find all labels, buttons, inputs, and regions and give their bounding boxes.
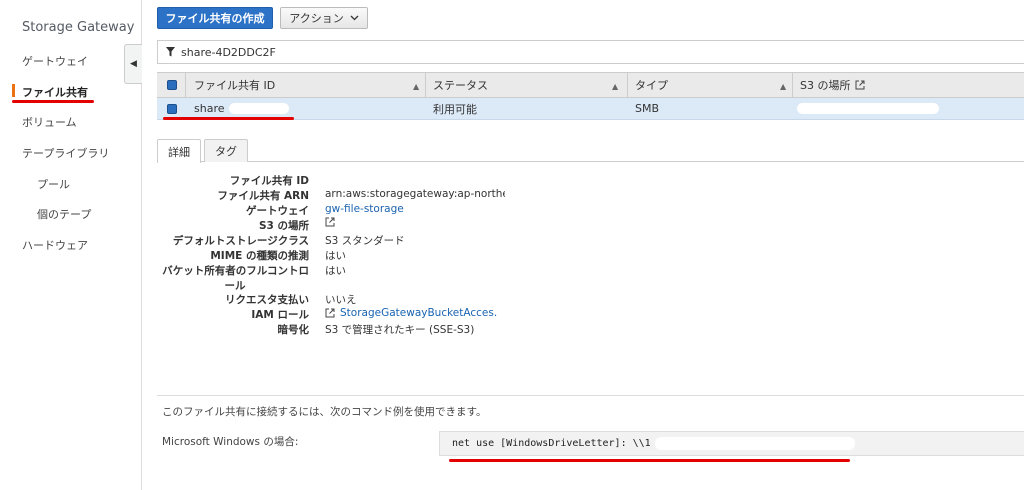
detail-value-encryption: S3 で管理されたキー (SSE-S3): [325, 324, 475, 336]
sidebar-item-hardware[interactable]: ハードウェア: [22, 237, 88, 253]
sidebar-item-volumes[interactable]: ボリューム: [22, 114, 77, 130]
external-link-icon[interactable]: [325, 217, 335, 227]
detail-value-requester-pays: いいえ: [325, 294, 357, 306]
redacted-block: [797, 103, 939, 114]
actions-dropdown[interactable]: アクション: [280, 7, 368, 29]
sort-arrow-icon[interactable]: ▲: [612, 82, 618, 91]
detail-value-mime: はい: [325, 250, 346, 262]
detail-label-storage-class: デフォルトストレージクラス: [172, 235, 309, 247]
table-header: ファイル共有 ID ▲ ステータス ▲ タイプ ▲ S3 の場所: [157, 72, 1024, 98]
sidebar-title[interactable]: Storage Gateway: [22, 20, 134, 35]
filter-icon: [166, 47, 175, 57]
column-separator: [185, 73, 186, 97]
detail-label-iam-role: IAM ロール: [251, 309, 309, 321]
detail-value-storage-class: S3 スタンダード: [325, 235, 405, 247]
chevron-left-icon: ◀: [130, 59, 137, 69]
column-header-s3-location-label: S3 の場所: [800, 79, 851, 92]
sidebar-item-file-shares[interactable]: ファイル共有: [22, 84, 88, 100]
sidebar-item-pools[interactable]: プール: [37, 176, 70, 192]
detail-value-s3-location[interactable]: [325, 217, 335, 230]
column-separator: [425, 73, 426, 97]
detail-value-arn: arn:aws:storagegateway:ap-northeast-1: [325, 188, 505, 200]
chevron-down-icon: [350, 15, 359, 21]
detail-label-bucket-owner-control: バケット所有者のフルコントロ: [162, 265, 309, 277]
iam-role-link[interactable]: StorageGatewayBucketAcces.: [325, 307, 497, 319]
detail-label-s3-location: S3 の場所: [258, 220, 309, 232]
external-link-icon: [855, 80, 865, 90]
tab-details[interactable]: 詳細: [157, 139, 201, 163]
detail-label-gateway: ゲートウェイ: [246, 205, 309, 217]
select-all-checkbox[interactable]: [167, 73, 177, 97]
detail-label-wrap: ール: [224, 280, 246, 292]
cell-type: SMB: [635, 102, 660, 115]
detail-tabs: 詳細 タグ: [157, 139, 1024, 163]
gateway-link[interactable]: gw-file-storage: [325, 203, 404, 215]
checkbox[interactable]: [167, 80, 177, 90]
iam-role-text: StorageGatewayBucketAcces.: [340, 307, 498, 319]
detail-label-encryption: 暗号化: [277, 324, 310, 336]
create-file-share-button[interactable]: ファイル共有の作成: [157, 7, 273, 29]
cell-s3-location[interactable]: [797, 98, 939, 119]
sidebar-item-tapes[interactable]: 個のテープ: [37, 206, 91, 222]
sidebar-item-gateways[interactable]: ゲートウェイ: [22, 53, 88, 69]
actions-label: アクション: [289, 12, 344, 25]
command-text: net use [WindowsDriveLetter]: \\1: [452, 438, 651, 449]
annotation-underline-command: [449, 459, 850, 462]
checkbox[interactable]: [167, 103, 177, 114]
cell-file-share-id[interactable]: share: [194, 98, 289, 119]
column-separator: [792, 73, 793, 97]
file-share-id-text: share: [194, 102, 225, 115]
collapse-sidebar-button[interactable]: ◀: [124, 44, 142, 84]
column-header-type[interactable]: タイプ: [635, 73, 668, 97]
sort-arrow-icon[interactable]: ▲: [413, 82, 419, 91]
cell-status: 利用可能: [433, 102, 477, 116]
detail-label-mime: MIME の種類の推測: [210, 250, 309, 262]
column-header-status[interactable]: ステータス: [433, 73, 488, 97]
external-link-icon: [325, 308, 335, 318]
column-header-s3-location[interactable]: S3 の場所: [800, 73, 865, 97]
detail-label-arn: ファイル共有 ARN: [217, 190, 309, 202]
annotation-underline-sidebar: [12, 100, 94, 103]
row-checkbox[interactable]: [167, 98, 177, 119]
redacted-block: [228, 103, 289, 114]
connect-instructions: このファイル共有に接続するには、次のコマンド例を使用できます。: [162, 406, 487, 418]
filter-bar: [157, 40, 1024, 64]
column-header-file-share-id[interactable]: ファイル共有 ID: [194, 73, 275, 97]
detail-label-bucket-owner-control-cont: ール: [161, 278, 309, 293]
sidebar: Storage Gateway ゲートウェイ ファイル共有 ボリューム テープラ…: [0, 0, 142, 490]
sidebar-item-tape-library[interactable]: テープライブラリ: [22, 145, 109, 161]
redacted-block: [654, 437, 855, 450]
detail-label-requester-pays: リクエスタ支払い: [225, 294, 309, 306]
detail-label-file-share-id: ファイル共有 ID: [229, 175, 309, 187]
filter-input[interactable]: [181, 45, 481, 59]
command-example[interactable]: net use [WindowsDriveLetter]: \\1: [439, 431, 1024, 456]
sort-arrow-icon[interactable]: ▲: [780, 82, 786, 91]
active-indicator: [12, 84, 15, 97]
windows-label: Microsoft Windows の場合:: [162, 436, 299, 448]
annotation-underline-row: [163, 117, 294, 120]
tab-tags[interactable]: タグ: [204, 139, 248, 162]
detail-value-bucket-owner-control: はい: [325, 265, 346, 277]
column-separator: [627, 73, 628, 97]
section-divider: [157, 395, 1024, 396]
